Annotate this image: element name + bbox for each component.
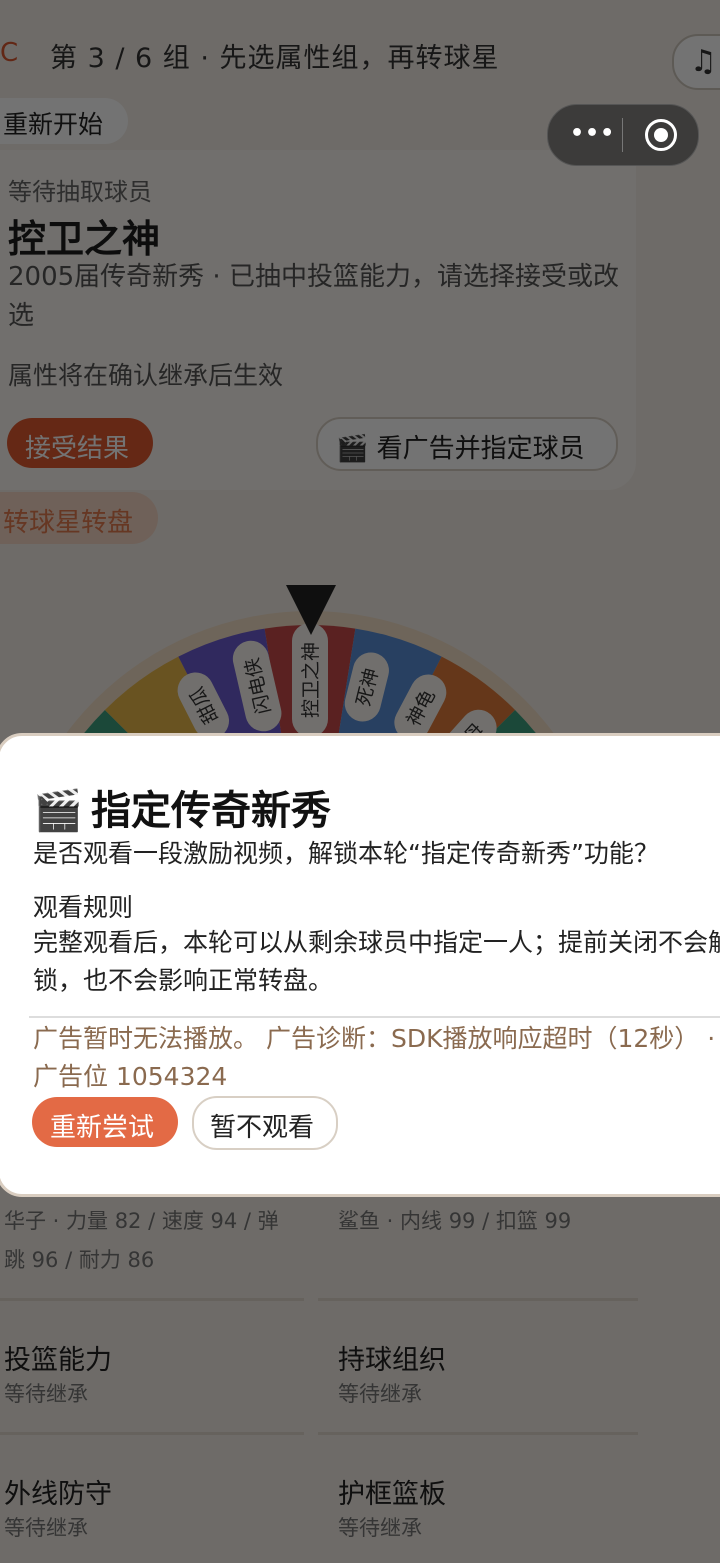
watch-ad-pick-label: 🎬 看广告并指定球员 (336, 434, 585, 464)
accept-result-label: 接受结果 (25, 434, 130, 464)
draw-card: 等待抽取球员 控卫之神 2005届传奇新秀 · 已抽中投篮能力，请选择接受或改选… (0, 150, 636, 490)
header-back-fragment[interactable]: C (0, 38, 18, 68)
capsule-divider (622, 118, 623, 152)
ad-error-message: 广告暂时无法播放。 广告诊断：SDK播放响应超时（12秒） · 广告位 1054… (33, 1024, 716, 1091)
music-button[interactable]: ♫ (672, 34, 720, 90)
rules-heading: 观看规则 (33, 893, 134, 922)
dialog-divider (29, 1016, 720, 1018)
restart-button[interactable]: 重新开始 (0, 98, 128, 144)
card-note: 属性将在确认继承后生效 (8, 361, 284, 390)
stat-name: 护框篮板 (338, 1479, 446, 1510)
accept-result-button[interactable]: 接受结果 (7, 418, 153, 468)
restart-label: 重新开始 (3, 110, 104, 139)
clapperboard-icon: 🎬 (33, 788, 83, 834)
stat-divider (318, 1432, 638, 1435)
more-icon[interactable]: ••• (570, 121, 615, 146)
stat-divider (0, 1298, 304, 1301)
miniprogram-capsule: ••• (547, 104, 699, 166)
dialog-title-text: 指定传奇新秀 (91, 788, 331, 834)
wheel-label: 控卫之神 (292, 623, 328, 733)
stat-name: 持球组织 (338, 1345, 446, 1376)
rules-text: 完整观看后，本轮可以从剩余球员中指定一人；提前关闭不会解锁，也不会影响正常转盘。 (33, 928, 720, 995)
card-status-label: 等待抽取球员 (8, 178, 152, 206)
stat-value-2: 鲨鱼 · 内线 99 / 扣篮 99 (338, 1209, 572, 1233)
skip-label: 暂不观看 (210, 1113, 315, 1143)
stat-divider (318, 1298, 638, 1301)
wheel-label-text: 控卫之神 (300, 642, 322, 718)
stat-name: 外线防守 (4, 1479, 112, 1510)
wheel-pointer-icon (286, 585, 336, 635)
ad-unlock-dialog: 🎬 指定传奇新秀 是否观看一段激励视频，解锁本轮“指定传奇新秀”功能？ 观看规则 … (0, 733, 720, 1197)
player-name: 控卫之神 (8, 217, 161, 261)
retry-label: 重新尝试 (50, 1113, 155, 1143)
close-miniprogram-icon[interactable] (645, 119, 677, 151)
stat-value: 等待继承 (4, 1516, 88, 1540)
skip-button[interactable]: 暂不观看 (192, 1096, 338, 1150)
stat-value-1: 华子 · 力量 82 / 速度 94 / 弹跳 96 / 耐力 86 (4, 1209, 279, 1272)
watch-ad-pick-button[interactable]: 🎬 看广告并指定球员 (316, 417, 618, 471)
dialog-title: 🎬 指定传奇新秀 (33, 778, 331, 836)
stat-divider (0, 1432, 304, 1435)
stat-value: 等待继承 (338, 1516, 422, 1540)
spin-section-text: 转球星转盘 (3, 508, 134, 538)
stat-name: 投篮能力 (4, 1345, 112, 1376)
stat-value: 等待继承 (4, 1382, 88, 1406)
player-description: 2005届传奇新秀 · 已抽中投篮能力，请选择接受或改选 (8, 262, 619, 331)
music-note-icon: ♫ (690, 44, 717, 79)
stat-value: 等待继承 (338, 1382, 422, 1406)
retry-button[interactable]: 重新尝试 (32, 1097, 178, 1147)
header: C 第 3 / 6 组 · 先选属性组，再转球星 ♫ (0, 0, 720, 100)
page-title: 第 3 / 6 组 · 先选属性组，再转球星 (50, 43, 500, 74)
spin-section-label: 转球星转盘 (0, 492, 158, 544)
dialog-question: 是否观看一段激励视频，解锁本轮“指定传奇新秀”功能？ (33, 839, 659, 868)
